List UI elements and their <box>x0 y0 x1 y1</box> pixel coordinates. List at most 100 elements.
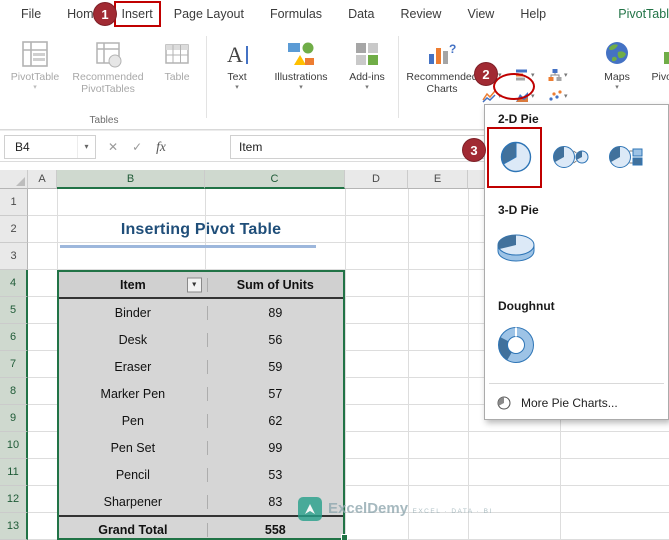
cell-value[interactable]: 56 <box>206 332 343 347</box>
row-header-5[interactable]: 5 <box>0 297 28 324</box>
sheet-title[interactable]: Inserting Pivot Table <box>57 216 345 243</box>
cell-value[interactable]: 53 <box>206 467 343 482</box>
maps-button[interactable]: Maps ▾ <box>592 32 642 92</box>
row-header-12[interactable]: 12 <box>0 486 28 513</box>
illustrations-button[interactable]: Illustrations ▾ <box>266 32 336 92</box>
chevron-down-icon[interactable]: ▾ <box>77 136 95 158</box>
scatter-chart-button[interactable]: ▾ <box>548 89 581 103</box>
table-button[interactable]: Table <box>152 32 202 83</box>
column-header-e[interactable]: E <box>408 170 468 189</box>
pie-button-highlight <box>493 73 535 100</box>
cell-item[interactable]: Sharpener <box>59 495 207 509</box>
column-header-d[interactable]: D <box>345 170 408 189</box>
cell-item[interactable]: Binder <box>59 306 207 320</box>
pie-of-pie-option[interactable] <box>545 129 595 185</box>
chevron-down-icon: ▾ <box>365 84 369 92</box>
header-item-cell[interactable]: Item ▼ <box>59 277 207 292</box>
row-header-4[interactable]: 4 <box>0 270 28 297</box>
tab-pivottable-analyze[interactable]: PivotTabl <box>605 0 669 28</box>
hierarchy-chart-button[interactable]: ▾ <box>548 68 581 82</box>
menu-separator <box>489 383 664 384</box>
bar-of-pie-option[interactable] <box>601 129 651 185</box>
bar-of-pie-icon <box>609 146 643 168</box>
gridline-vertical <box>468 189 469 540</box>
column-header-c[interactable]: C <box>205 170 345 189</box>
table-row: Binder 89 <box>59 299 343 326</box>
tab-view[interactable]: View <box>454 0 507 28</box>
table-label: Table <box>164 71 190 83</box>
illustrations-label: Illustrations <box>274 71 328 83</box>
pivottable-button[interactable]: PivotTable ▾ <box>6 32 64 92</box>
row-header-11[interactable]: 11 <box>0 459 28 486</box>
table-row: Pen 62 <box>59 407 343 434</box>
tab-page-layout[interactable]: Page Layout <box>161 0 257 28</box>
text-icon: A <box>223 34 251 68</box>
fill-handle[interactable] <box>341 534 348 540</box>
grand-total-value[interactable]: 558 <box>206 522 343 537</box>
row-header-9[interactable]: 9 <box>0 405 28 432</box>
doughnut-option[interactable] <box>491 317 541 373</box>
table-row: Marker Pen 57 <box>59 380 343 407</box>
svg-text:?: ? <box>449 42 456 56</box>
tab-file[interactable]: File <box>8 0 54 28</box>
section-3d-pie-title: 3-D Pie <box>498 203 539 217</box>
step-badge-3: 3 <box>463 139 485 161</box>
recommended-pivottables-button[interactable]: Recommended PivotTables <box>68 32 148 95</box>
section-doughnut-title: Doughnut <box>498 299 555 313</box>
grand-total-label[interactable]: Grand Total <box>59 523 207 537</box>
add-ins-label: Add-ins <box>349 71 385 83</box>
tables-group-label: Tables <box>89 115 119 126</box>
insert-function-icon[interactable]: fx <box>156 139 166 155</box>
row-header-2[interactable]: 2 <box>0 216 28 243</box>
pie-3d-option[interactable] <box>491 221 541 273</box>
column-header-b[interactable]: B <box>57 170 205 189</box>
pivotchart-button[interactable]: PivotChart <box>646 32 669 83</box>
name-box[interactable]: B4 ▾ <box>4 135 96 159</box>
recommended-charts-button[interactable]: ? Recommended Charts <box>404 32 480 95</box>
cell-item[interactable]: Pencil <box>59 468 207 482</box>
row-headers: 1 2 3 4 5 6 7 8 9 10 11 12 13 <box>0 189 28 540</box>
cell-value[interactable]: 59 <box>206 359 343 374</box>
recommended-pivottables-icon <box>94 34 122 68</box>
tab-help[interactable]: Help <box>507 0 559 28</box>
row-header-8[interactable]: 8 <box>0 378 28 405</box>
doughnut-icon <box>498 327 534 363</box>
filter-dropdown-button[interactable]: ▼ <box>186 277 202 292</box>
add-ins-button[interactable]: Add-ins ▾ <box>340 32 394 92</box>
text-button[interactable]: A Text ▾ <box>212 32 262 92</box>
cancel-icon[interactable]: ✕ <box>108 140 118 154</box>
formula-content: Item <box>239 140 263 154</box>
tab-insert[interactable]: Insert <box>113 1 161 27</box>
column-header-a[interactable]: A <box>28 170 57 189</box>
table-row: Pen Set 99 <box>59 434 343 461</box>
cell-item[interactable]: Marker Pen <box>59 387 207 401</box>
row-header-13[interactable]: 13 <box>0 513 28 540</box>
enter-icon[interactable]: ✓ <box>132 140 142 154</box>
row-header-1[interactable]: 1 <box>0 189 28 216</box>
cell-item[interactable]: Pen <box>59 414 207 428</box>
chevron-down-icon: ▾ <box>299 84 303 92</box>
cell-item[interactable]: Pen Set <box>59 441 207 455</box>
row-header-6[interactable]: 6 <box>0 324 28 351</box>
cell-value[interactable]: 89 <box>206 305 343 320</box>
step-badge-1: 1 <box>94 3 116 25</box>
header-units-cell[interactable]: Sum of Units <box>206 277 343 292</box>
pivottable-icon <box>21 34 49 68</box>
tab-review[interactable]: Review <box>387 0 454 28</box>
chevron-down-icon: ▾ <box>235 84 239 92</box>
pivottable-label: PivotTable <box>10 71 60 83</box>
cell-item[interactable]: Desk <box>59 333 207 347</box>
table-row: Pencil 53 <box>59 461 343 488</box>
formula-buttons: ✕ ✓ fx <box>108 135 166 159</box>
row-header-7[interactable]: 7 <box>0 351 28 378</box>
row-header-3[interactable]: 3 <box>0 243 28 270</box>
cell-value[interactable]: 99 <box>206 440 343 455</box>
tab-formulas[interactable]: Formulas <box>257 0 335 28</box>
select-all-corner[interactable] <box>0 170 28 189</box>
cell-item[interactable]: Eraser <box>59 360 207 374</box>
tab-data[interactable]: Data <box>335 0 387 28</box>
cell-value[interactable]: 57 <box>206 386 343 401</box>
more-pie-charts-item[interactable]: More Pie Charts... <box>485 389 668 417</box>
cell-value[interactable]: 62 <box>206 413 343 428</box>
row-header-10[interactable]: 10 <box>0 432 28 459</box>
